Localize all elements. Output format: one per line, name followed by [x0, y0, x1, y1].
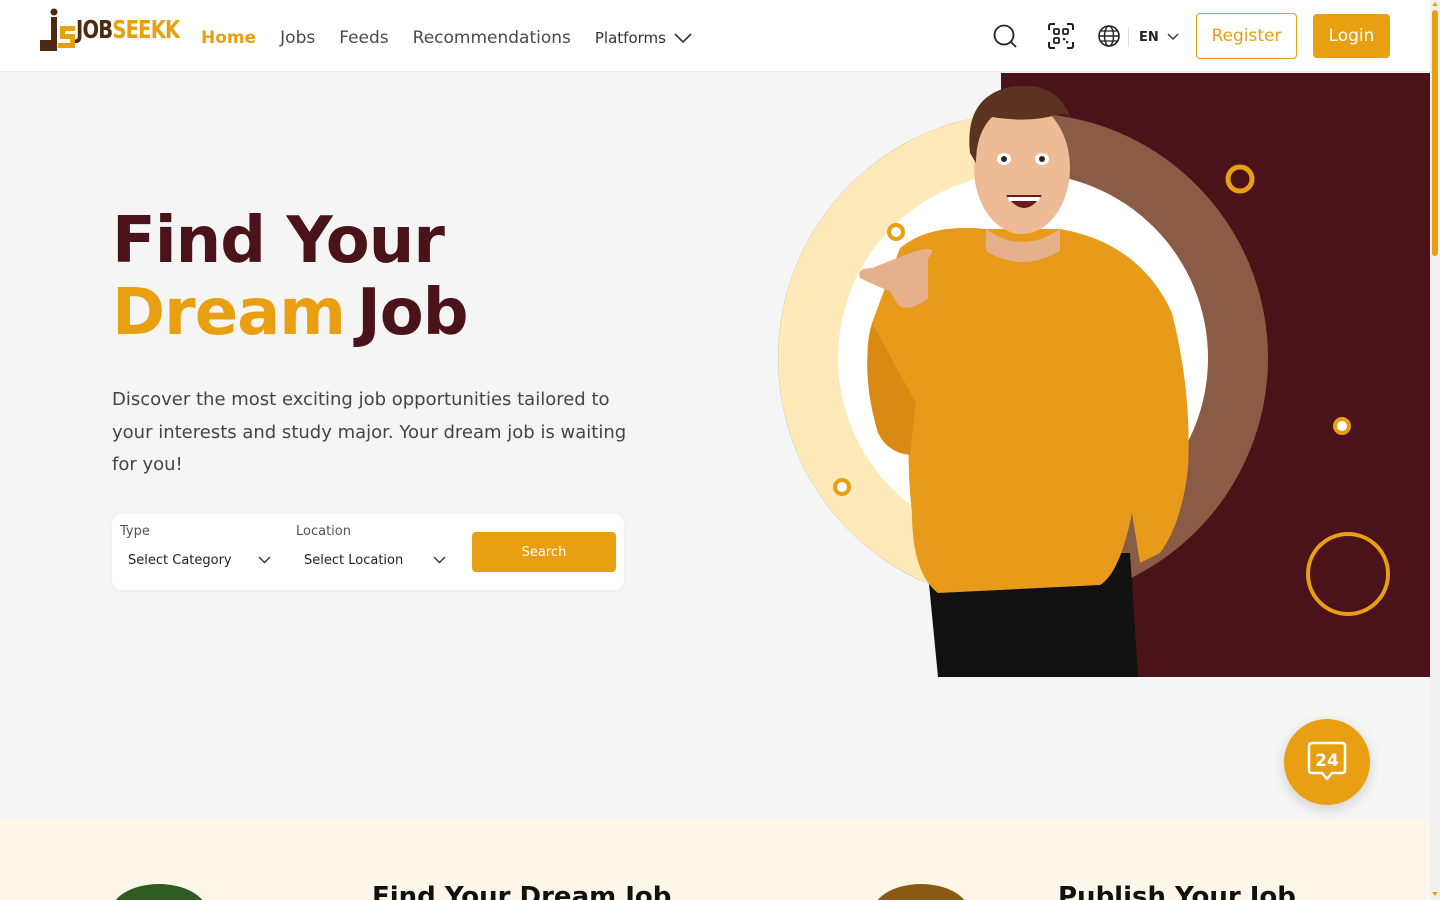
hero-title-accent: Dream	[112, 276, 346, 350]
chevron-down-icon	[258, 556, 271, 564]
scroll-down-arrow-icon[interactable]	[1431, 890, 1439, 898]
support-badge-text: 24	[1315, 751, 1339, 771]
chevron-down-icon	[1167, 33, 1179, 40]
logo-text: JOBSEEKK	[76, 15, 180, 44]
qr-scan-icon[interactable]	[1048, 23, 1074, 49]
publish-job-heading: Publish Your Job	[1058, 882, 1296, 900]
hero-title-line2: Dream Job	[112, 276, 469, 350]
hero-description: Discover the most exciting job opportuni…	[112, 389, 627, 475]
hero-illustration	[778, 73, 1430, 677]
location-select-value: Select Location	[304, 553, 404, 568]
hero-title-rest: Job	[356, 276, 469, 350]
support-24-icon: 24	[1307, 741, 1347, 781]
feature-image-find	[110, 884, 208, 900]
hero-title: Find Your Dream Job	[112, 204, 469, 350]
find-dream-job-heading: Find Your Dream Job	[372, 882, 672, 900]
chevron-down-icon	[433, 556, 446, 564]
nav-feeds[interactable]: Feeds	[339, 28, 388, 48]
nav-platforms-label: Platforms	[594, 29, 666, 47]
logo-mark-icon	[40, 8, 75, 51]
location-label: Location	[296, 524, 351, 539]
main-nav: Home Jobs Feeds Recommendations Platform…	[201, 28, 692, 48]
decor-dot	[887, 223, 905, 241]
page-scrollbar[interactable]	[1430, 0, 1440, 900]
logo[interactable]: JOBSEEKK	[40, 8, 209, 52]
hero-title-line1: Find Your	[112, 204, 445, 278]
language-selector[interactable]: EN	[1128, 27, 1179, 47]
scrollbar-thumb[interactable]	[1432, 10, 1438, 256]
nav-home[interactable]: Home	[201, 28, 256, 48]
type-label: Type	[120, 524, 150, 539]
chevron-down-icon	[674, 33, 692, 43]
support-chat-button[interactable]: 24	[1284, 719, 1370, 805]
decor-dot	[833, 478, 851, 496]
register-button[interactable]: Register	[1196, 13, 1297, 59]
nav-platforms-dropdown[interactable]: Platforms	[595, 29, 692, 47]
page: JOBSEEKK Home Jobs Feeds Recommendations…	[0, 0, 1440, 900]
category-select-value: Select Category	[128, 553, 232, 568]
nav-recommendations[interactable]: Recommendations	[413, 28, 571, 48]
language-label: EN	[1139, 29, 1159, 45]
search-button[interactable]: Search	[472, 532, 616, 572]
search-icon[interactable]	[992, 23, 1018, 49]
decor-dot	[1333, 417, 1351, 435]
job-search-form: Type Select Category Location Select Loc…	[112, 514, 624, 590]
login-button[interactable]: Login	[1313, 14, 1390, 58]
nav-jobs[interactable]: Jobs	[280, 28, 315, 48]
globe-icon[interactable]	[1097, 24, 1121, 48]
top-navbar: JOBSEEKK Home Jobs Feeds Recommendations…	[0, 0, 1430, 72]
feature-image-publish	[872, 884, 970, 900]
scroll-up-arrow-icon[interactable]	[1431, 0, 1439, 8]
features-section: Find Your Dream Job Publish Your Job	[0, 820, 1430, 900]
